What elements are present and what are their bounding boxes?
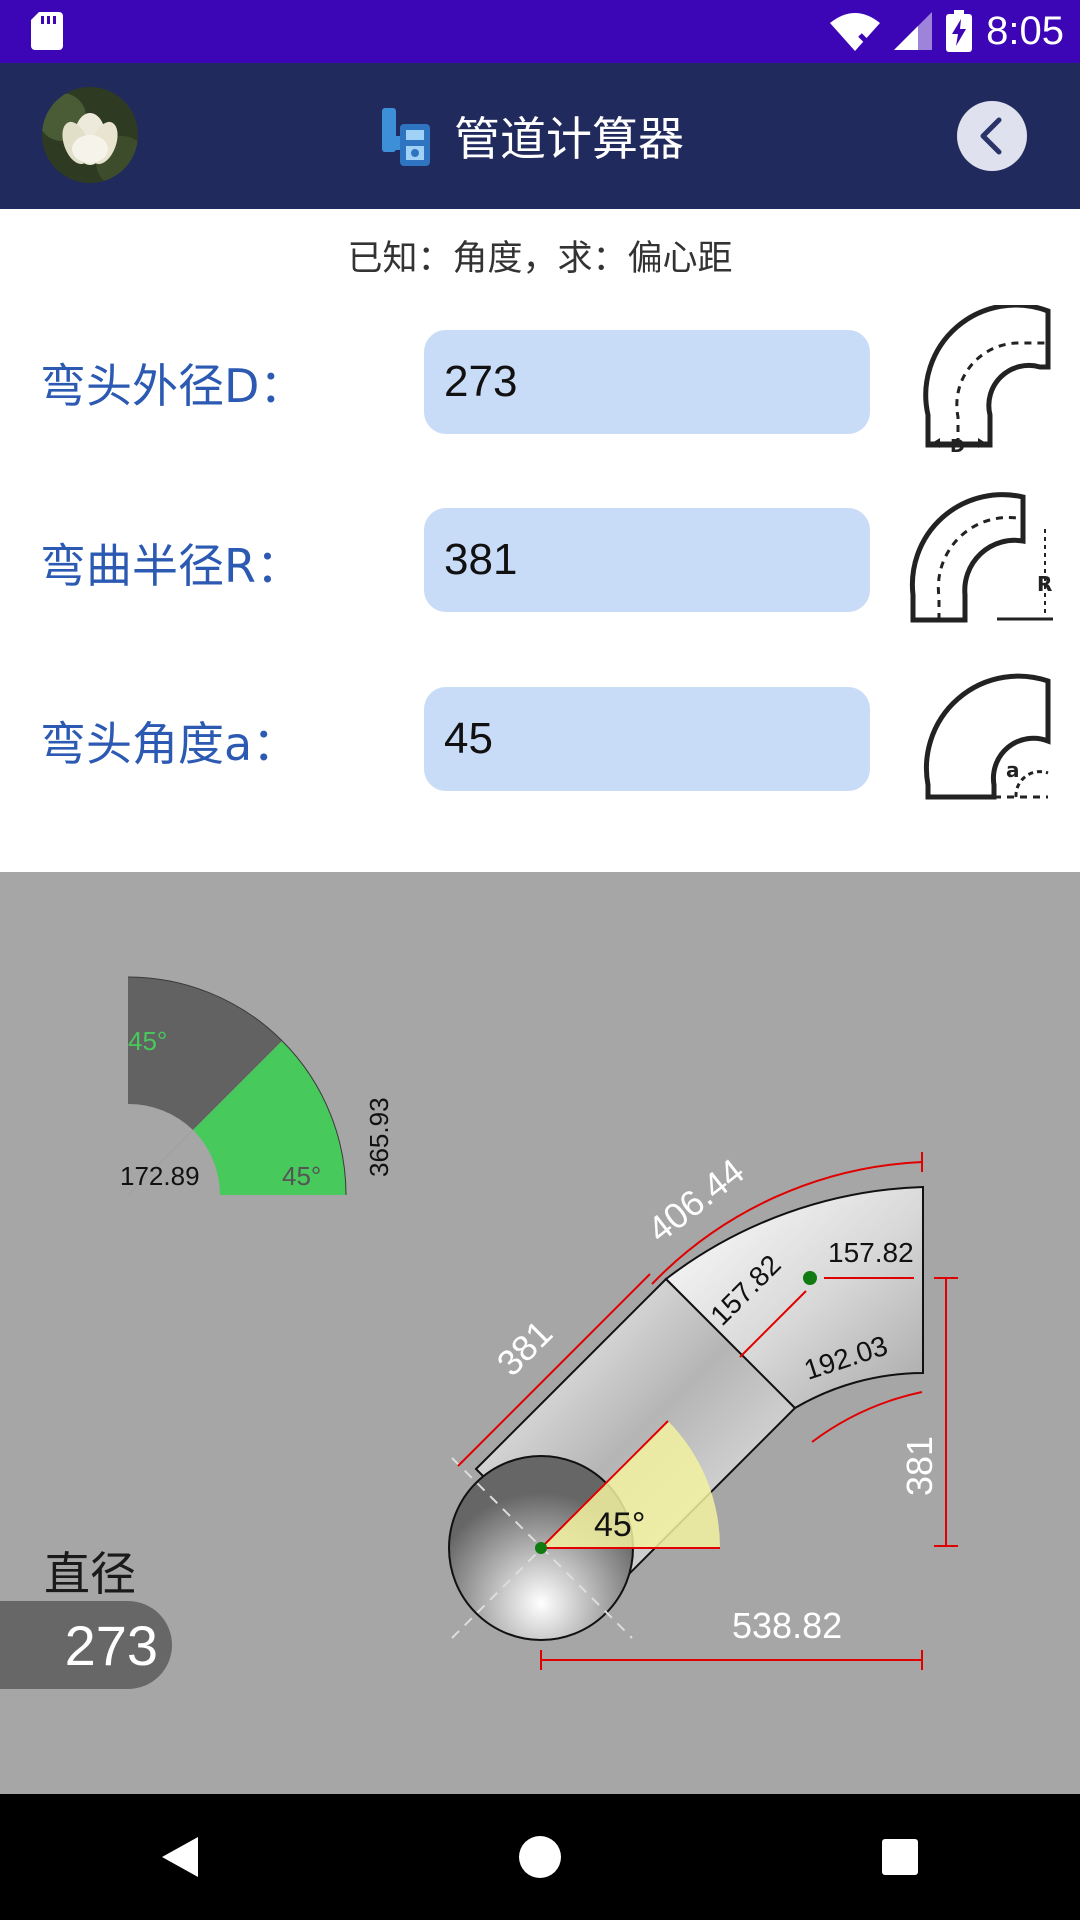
pipe-straight-length: 381 — [489, 1312, 560, 1383]
navigation-bar — [0, 1794, 1080, 1920]
nav-back-button[interactable] — [135, 1812, 225, 1902]
thumb-letter-r: R — [1037, 572, 1052, 596]
nav-home-button[interactable] — [495, 1812, 585, 1902]
elbow-angle-icon: a — [923, 673, 1051, 800]
diameter-value-badge: 273 — [0, 1601, 172, 1689]
flower-avatar-icon — [42, 87, 138, 183]
elbow-radius-icon: R — [909, 492, 1053, 623]
wifi-off-icon — [830, 13, 881, 51]
pipe-right-top: 157.82 — [828, 1237, 914, 1268]
home-circle-icon — [519, 1836, 561, 1878]
angle-label: 弯头角度a： — [40, 717, 299, 771]
pipe-angle-label: 45° — [594, 1506, 645, 1544]
angle-input[interactable] — [424, 687, 870, 791]
page-title: 管道计算器 — [454, 112, 684, 166]
angle-quarter-diagram: 45° 45° 172.89 365.93 — [120, 976, 394, 1196]
diameter-caption: 直径 — [44, 1547, 136, 1601]
elbow-diameter-icon: D — [923, 305, 1051, 455]
thumb-letter-a: a — [1006, 758, 1020, 782]
app-bar: 管道计算器 — [0, 63, 1080, 209]
diameter-label: 弯头外径D： — [40, 359, 306, 413]
diameter-input[interactable] — [424, 330, 870, 434]
quarter-height: 365.93 — [364, 1097, 394, 1177]
avatar[interactable] — [42, 87, 138, 183]
thumb-letter-d: D — [950, 436, 965, 455]
pipe-horizontal: 538.82 — [732, 1605, 842, 1646]
pipe-calculator-icon — [382, 108, 430, 166]
radius-label: 弯曲半径R： — [40, 539, 302, 593]
recents-square-icon — [882, 1839, 918, 1875]
back-triangle-icon — [162, 1837, 198, 1877]
pipe-vertical: 381 — [899, 1436, 940, 1496]
quarter-angle-bottom: 45° — [282, 1161, 321, 1191]
status-bar: 8:05 — [0, 0, 1080, 63]
back-button[interactable] — [957, 101, 1027, 171]
battery-charging-icon — [946, 10, 973, 52]
signal-icon — [894, 12, 933, 50]
pipe-drawing: 45° 381 406.44 157.82 157.82 192.03 381 … — [448, 1150, 958, 1670]
nav-recents-button[interactable] — [855, 1812, 945, 1902]
sd-card-icon — [31, 12, 63, 50]
chevron-left-icon — [980, 117, 1002, 155]
radius-input[interactable] — [424, 508, 870, 612]
clock: 8:05 — [986, 8, 1064, 53]
problem-subtitle: 已知：角度，求：偏心距 — [347, 239, 733, 279]
quarter-angle-top: 45° — [128, 1026, 167, 1056]
quarter-inner-radius: 172.89 — [120, 1161, 200, 1191]
